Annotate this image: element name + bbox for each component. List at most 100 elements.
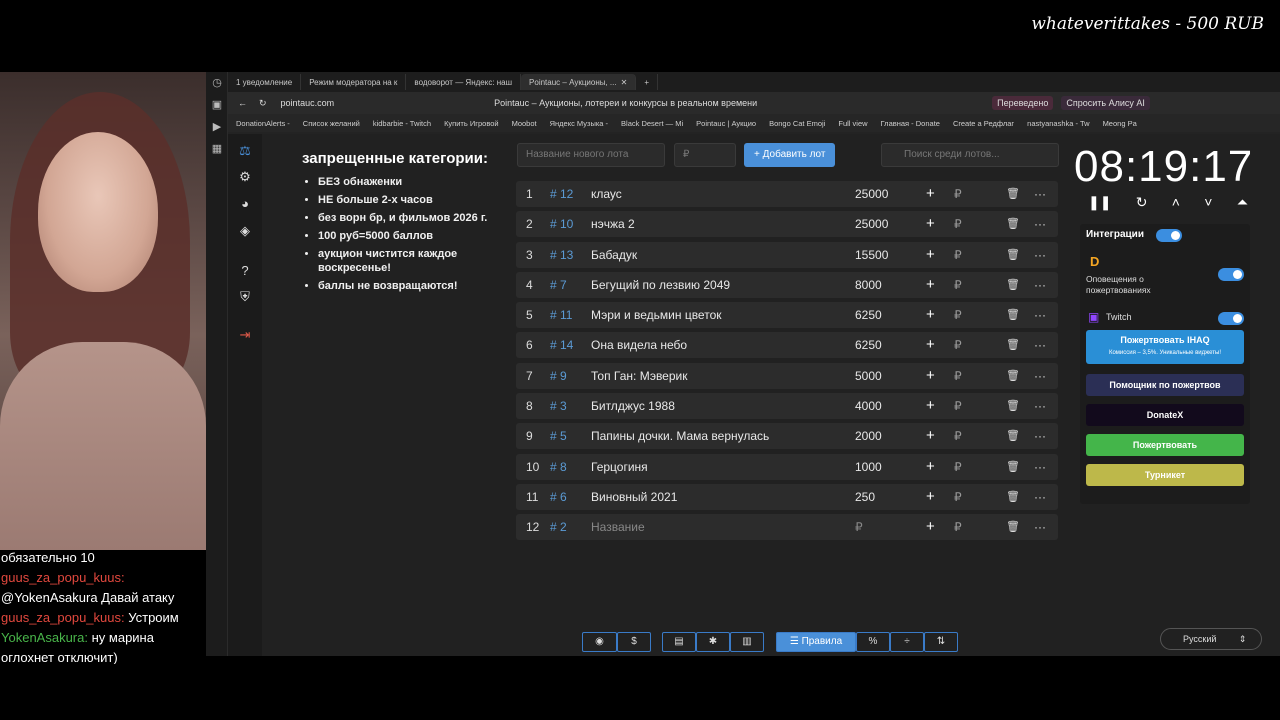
auction-icon[interactable]: ⚖ bbox=[228, 140, 262, 162]
plus-icon[interactable]: + bbox=[926, 272, 935, 298]
wheel-icon[interactable]: ◕ bbox=[228, 193, 262, 215]
new-lot-input[interactable]: Название нового лота bbox=[517, 143, 665, 167]
layers-icon[interactable]: ◈ bbox=[228, 220, 262, 242]
turniket-button[interactable]: Турникет bbox=[1086, 464, 1244, 486]
logout-icon[interactable]: ⇥ bbox=[228, 324, 262, 346]
bookmark-item[interactable]: Главная - Donate bbox=[881, 119, 940, 128]
more-icon[interactable]: ··· bbox=[1034, 211, 1046, 237]
new-tab-button[interactable]: + bbox=[636, 74, 658, 90]
dollar-icon[interactable]: $ bbox=[617, 632, 651, 652]
bookmark-item[interactable]: Яндекс Музыка - bbox=[550, 119, 608, 128]
pause-icon[interactable]: ❚❚ bbox=[1088, 194, 1111, 211]
settings-icon[interactable]: ⚙ bbox=[228, 166, 262, 188]
bug-icon[interactable]: ✱ bbox=[696, 632, 730, 652]
trash-icon[interactable]: 🗑 bbox=[1006, 454, 1020, 480]
add-lot-button[interactable]: + Добавить лот bbox=[744, 143, 836, 167]
plus-icon[interactable]: + bbox=[926, 181, 935, 207]
integrations-toggle[interactable] bbox=[1156, 229, 1182, 242]
collapse-icon[interactable]: ⏶ bbox=[1237, 194, 1248, 211]
chevron-up-icon[interactable]: ˄ bbox=[1172, 194, 1180, 211]
plus-icon[interactable]: + bbox=[926, 211, 935, 237]
plus-icon[interactable]: + bbox=[926, 393, 935, 419]
donate-ihaq-button[interactable]: Пожертвовать IHAQ Комиссия – 3,5%. Уника… bbox=[1086, 330, 1244, 364]
shield-icon[interactable]: ⛨ bbox=[228, 286, 262, 308]
bookmark-item[interactable]: Black Desert — Mi bbox=[621, 119, 683, 128]
more-icon[interactable]: ··· bbox=[1034, 242, 1046, 268]
lot-name-input[interactable]: Название bbox=[591, 514, 645, 540]
plus-icon[interactable]: + bbox=[926, 363, 935, 389]
more-icon[interactable]: ··· bbox=[1034, 302, 1046, 328]
trash-icon[interactable]: 🗑 bbox=[1006, 514, 1020, 540]
sort-icon[interactable]: ⇅ bbox=[924, 632, 958, 652]
tab-yandex[interactable]: водоворот — Яндекс: наш bbox=[406, 74, 522, 90]
donate-button[interactable]: Пожертвовать bbox=[1086, 434, 1244, 456]
trash-icon[interactable]: 🗑 bbox=[1006, 484, 1020, 510]
bookmark-item[interactable]: Create a Редфлаг bbox=[953, 119, 1014, 128]
bookmark-item[interactable]: Moobot bbox=[512, 119, 537, 128]
split-icon[interactable]: ÷ bbox=[890, 632, 924, 652]
trash-icon[interactable]: 🗑 bbox=[1006, 242, 1020, 268]
reload-icon[interactable]: ↻ bbox=[259, 98, 267, 109]
back-icon[interactable]: ← bbox=[238, 98, 247, 108]
close-icon[interactable]: ✕ bbox=[621, 78, 628, 87]
bookmark-item[interactable]: Купить Игровой bbox=[444, 119, 499, 128]
bookmark-item[interactable]: Pointauc | Аукцио bbox=[696, 119, 756, 128]
bookmark-item[interactable]: Meong Pa bbox=[1103, 119, 1137, 128]
trash-icon[interactable]: 🗑 bbox=[1006, 302, 1020, 328]
bookmark-item[interactable]: nastyanashka - Tw bbox=[1027, 119, 1089, 128]
trash-icon[interactable]: 🗑 bbox=[1006, 363, 1020, 389]
plus-icon[interactable]: + bbox=[926, 514, 935, 540]
url-text[interactable]: pointauc.com bbox=[281, 98, 335, 108]
more-icon[interactable]: ··· bbox=[1034, 363, 1046, 389]
bookmark-item[interactable]: Full view bbox=[838, 119, 867, 128]
trash-icon[interactable]: 🗑 bbox=[1006, 423, 1020, 449]
plus-icon[interactable]: + bbox=[926, 454, 935, 480]
trash-icon[interactable]: 🗑 bbox=[1006, 272, 1020, 298]
calendar-icon[interactable]: ▦ bbox=[206, 138, 228, 160]
trash-icon[interactable]: 🗑 bbox=[1006, 393, 1020, 419]
amount-input[interactable]: ₽ bbox=[674, 143, 736, 167]
collections-icon[interactable]: ▣ bbox=[206, 94, 228, 116]
trash-list-icon[interactable]: ▥ bbox=[730, 632, 764, 652]
search-input[interactable]: Поиск среди лотов... bbox=[881, 143, 1059, 167]
more-icon[interactable]: ··· bbox=[1034, 514, 1046, 540]
tab-notifications[interactable]: 1 уведомление bbox=[228, 74, 302, 90]
more-icon[interactable]: ··· bbox=[1034, 272, 1046, 298]
plus-icon[interactable]: + bbox=[926, 302, 935, 328]
github-icon[interactable]: ◉ bbox=[582, 632, 617, 652]
tab-pointauc[interactable]: Pointauc – Аукционы, ... ✕ bbox=[521, 74, 637, 90]
twitch-toggle[interactable] bbox=[1218, 312, 1244, 325]
donatex-button[interactable]: DonateX bbox=[1086, 404, 1244, 426]
chevron-down-icon[interactable]: ˅ bbox=[1204, 194, 1212, 211]
more-icon[interactable]: ··· bbox=[1034, 454, 1046, 480]
plus-icon[interactable]: + bbox=[926, 242, 935, 268]
lot-amount-input[interactable]: ₽ bbox=[855, 514, 863, 540]
more-icon[interactable]: ··· bbox=[1034, 332, 1046, 358]
translated-badge[interactable]: Переведено bbox=[992, 96, 1054, 110]
percent-icon[interactable]: % bbox=[856, 632, 890, 652]
donation-helper-button[interactable]: Помощник по пожертвов bbox=[1086, 374, 1244, 396]
save-icon[interactable]: ▤ bbox=[662, 632, 696, 652]
restart-icon[interactable]: ↻ bbox=[1136, 194, 1148, 211]
language-select[interactable]: Русский ⇕ bbox=[1160, 628, 1262, 650]
bookmark-item[interactable]: kidbarbie - Twitch bbox=[373, 119, 431, 128]
bookmark-item[interactable]: DonationAlerts - bbox=[236, 119, 290, 128]
media-icon[interactable]: ▶ bbox=[206, 116, 228, 138]
plus-icon[interactable]: + bbox=[926, 332, 935, 358]
trash-icon[interactable]: 🗑 bbox=[1006, 211, 1020, 237]
more-icon[interactable]: ··· bbox=[1034, 423, 1046, 449]
trash-icon[interactable]: 🗑 bbox=[1006, 332, 1020, 358]
more-icon[interactable]: ··· bbox=[1034, 393, 1046, 419]
rules-button[interactable]: ☰ Правила bbox=[776, 632, 856, 652]
history-icon[interactable]: ◷ bbox=[206, 72, 228, 94]
alice-button[interactable]: Спросить Алису AI bbox=[1061, 96, 1150, 110]
alerts-toggle[interactable] bbox=[1218, 268, 1244, 281]
help-icon[interactable]: ? bbox=[228, 260, 262, 282]
plus-icon[interactable]: + bbox=[926, 484, 935, 510]
bookmark-item[interactable]: Список желаний bbox=[303, 119, 360, 128]
more-icon[interactable]: ··· bbox=[1034, 484, 1046, 510]
bookmark-item[interactable]: Bongo Cat Emoji bbox=[769, 119, 825, 128]
trash-icon[interactable]: 🗑 bbox=[1006, 181, 1020, 207]
tab-moderator[interactable]: Режим модератора на к bbox=[301, 74, 407, 90]
plus-icon[interactable]: + bbox=[926, 423, 935, 449]
